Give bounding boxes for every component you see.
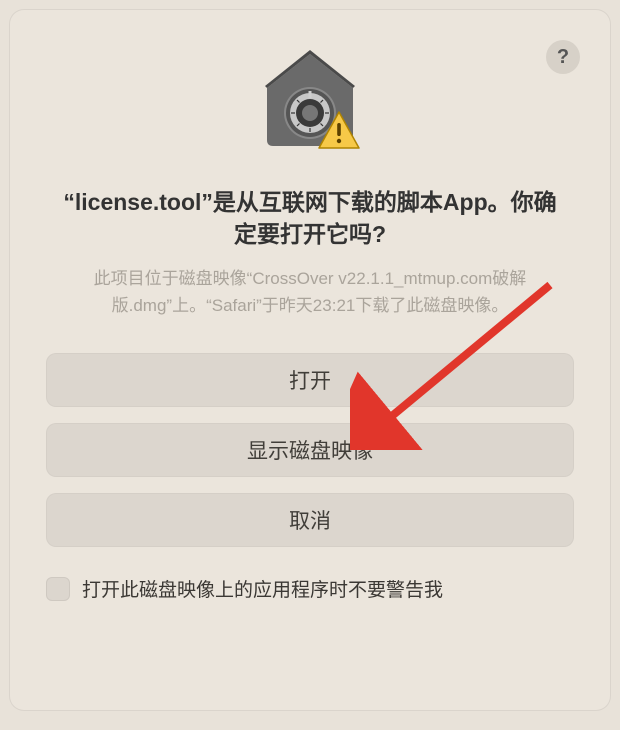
gatekeeper-dialog: ? bbox=[10, 10, 610, 710]
button-stack: 打开 显示磁盘映像 取消 bbox=[46, 353, 574, 547]
security-icon bbox=[46, 48, 574, 158]
show-disk-image-button[interactable]: 显示磁盘映像 bbox=[46, 423, 574, 477]
dont-warn-label: 打开此磁盘映像上的应用程序时不要警告我 bbox=[82, 575, 443, 602]
dialog-subtitle: 此项目位于磁盘映像“CrossOver v22.1.1_mtmup.com破解版… bbox=[46, 266, 574, 319]
dont-warn-row: 打开此磁盘映像上的应用程序时不要警告我 bbox=[46, 575, 574, 602]
dialog-title: “license.tool”是从互联网下载的脚本App。你确定要打开它吗? bbox=[46, 186, 574, 250]
dont-warn-checkbox[interactable] bbox=[46, 577, 70, 601]
open-button[interactable]: 打开 bbox=[46, 353, 574, 407]
help-button[interactable]: ? bbox=[546, 40, 580, 74]
cancel-button[interactable]: 取消 bbox=[46, 493, 574, 547]
